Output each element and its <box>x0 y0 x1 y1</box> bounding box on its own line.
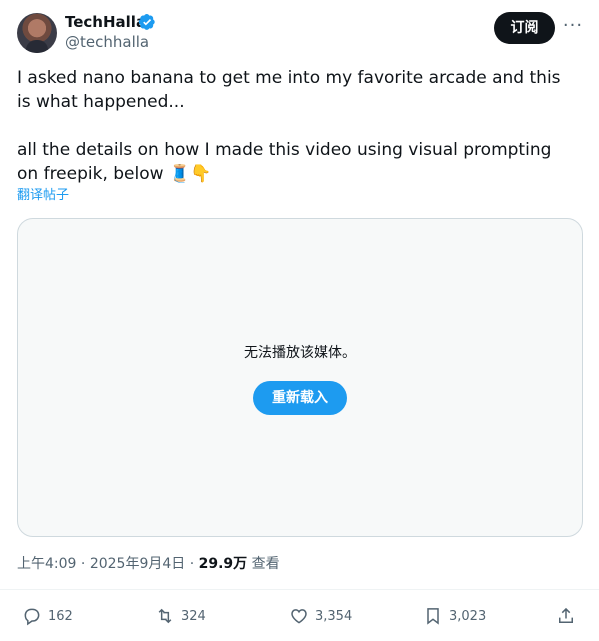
share-icon <box>559 607 573 623</box>
repost-count: 324 <box>181 608 206 624</box>
meta-separator: · <box>80 556 86 572</box>
more-options-icon[interactable]: ··· <box>562 17 584 38</box>
reply-button[interactable]: 162 <box>22 604 73 628</box>
views-count: 29.9万 <box>198 556 248 572</box>
translate-link[interactable]: 翻译帖子 <box>17 188 69 204</box>
like-button[interactable]: 3,354 <box>289 604 352 628</box>
share-button[interactable] <box>556 604 576 628</box>
repost-icon <box>158 608 172 624</box>
reply-count: 162 <box>48 608 73 624</box>
author-name[interactable]: TechHalla <box>65 13 146 31</box>
media-error-message: 无法播放该媒体。 <box>244 345 356 361</box>
reload-button[interactable]: 重新载入 <box>253 381 347 415</box>
bookmark-button[interactable]: 3,023 <box>423 604 486 628</box>
reply-icon <box>24 608 40 626</box>
tweet-text: I asked nano banana to get me into my fa… <box>17 68 561 184</box>
heart-icon <box>291 609 307 624</box>
tweet-date[interactable]: 2025年9月4日 <box>90 556 185 572</box>
views-label: 查看 <box>251 556 280 572</box>
subscribe-button[interactable]: 订阅 <box>494 12 555 44</box>
avatar[interactable] <box>17 13 57 53</box>
tweet-time[interactable]: 上午4:09 <box>17 556 76 572</box>
verified-badge-icon <box>138 13 155 30</box>
bookmark-count: 3,023 <box>449 608 487 624</box>
like-count: 3,354 <box>315 608 353 624</box>
tweet-meta: 上午4:09 · 2025年9月4日 · 29.9万 查看 <box>17 556 280 572</box>
author-handle[interactable]: @techhalla <box>65 33 149 51</box>
repost-button[interactable]: 324 <box>155 604 206 628</box>
media-container: 无法播放该媒体。 重新载入 <box>17 218 583 537</box>
divider <box>0 589 599 590</box>
meta-separator: · <box>189 556 195 572</box>
bookmark-icon <box>427 608 439 625</box>
